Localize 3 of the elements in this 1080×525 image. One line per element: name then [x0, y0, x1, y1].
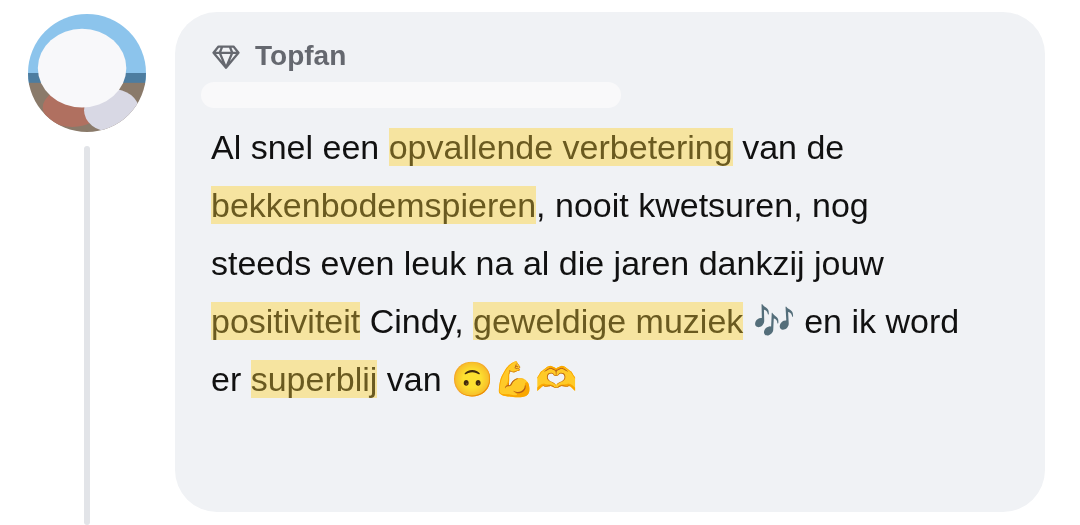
comment-text: Al snel een opvallende verbetering van de bekkenbodemspieren, nooit kwetsuren, nog steeds even leuk na al die jaren dankzij jouw positiviteit Cindy, geweldige muziek 🎶 en ik word er superblij van 🙃💪🫶 — [211, 127, 961, 400]
diamond-icon — [211, 43, 241, 69]
badge-label: Topfan — [255, 40, 347, 72]
